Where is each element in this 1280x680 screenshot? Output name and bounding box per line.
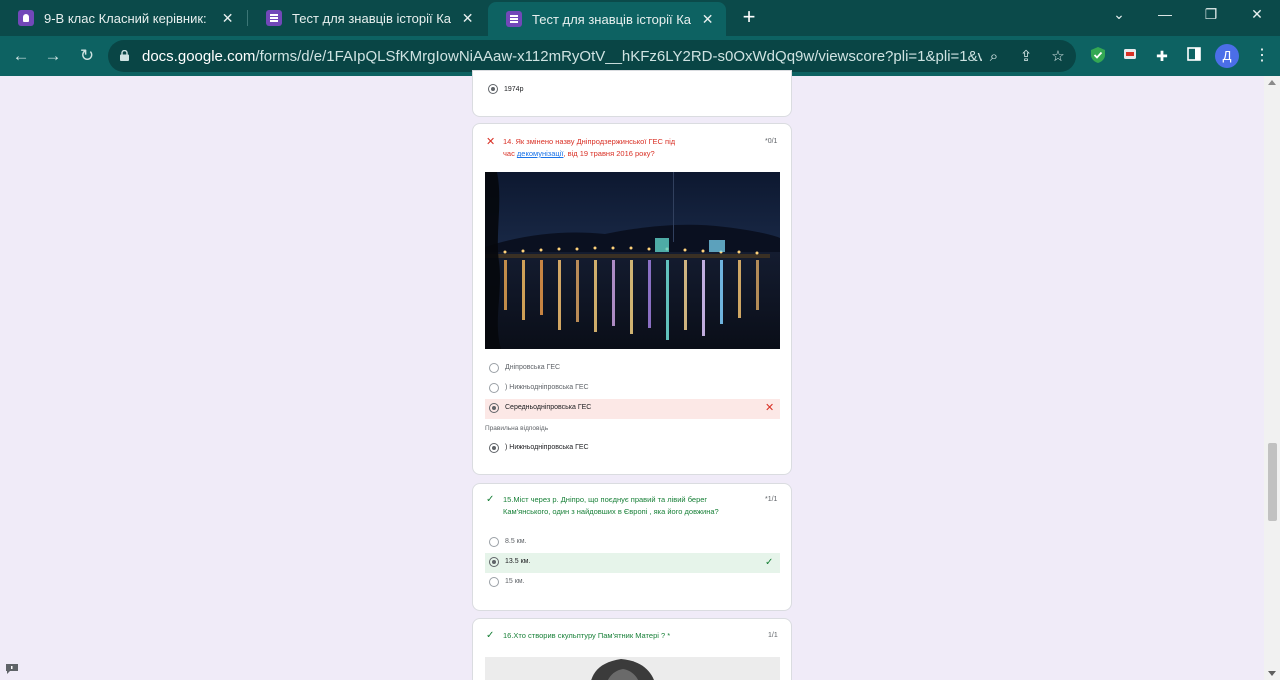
question-text: час [503, 149, 517, 158]
question-title: 15.Міст через р. Дніпро, що поєднує прав… [503, 494, 758, 518]
question-score: *0/1 [765, 138, 778, 145]
radio-unselected [489, 577, 499, 587]
scroll-up-icon[interactable] [1268, 80, 1276, 85]
side-panel-icon[interactable] [1184, 46, 1204, 66]
classroom-icon [18, 10, 34, 26]
option-label: ) Нижньодніпровська ГЕС [505, 384, 589, 391]
question-card-14: ✕ 14. Як змінено назву Дніпродзержинсько… [472, 123, 792, 475]
tab-classroom[interactable]: 9-В клас Класний керівник: Ма ✕ [0, 0, 246, 36]
option-label: 15 км. [505, 578, 525, 585]
pdf-extension-icon[interactable] [1120, 46, 1140, 66]
close-tab-icon[interactable]: ✕ [459, 10, 476, 27]
tab-form-1[interactable]: Тест для знавців історії Кам'янс ✕ [248, 0, 486, 36]
lock-icon [120, 50, 129, 61]
radio-selected [488, 84, 498, 94]
back-icon[interactable]: ← [10, 45, 32, 67]
option-label: 8.5 км. [505, 538, 527, 545]
tab-strip: 9-В клас Класний керівник: Ма ✕ Тест для… [0, 0, 1280, 36]
url-text[interactable]: docs.google.com/forms/d/e/1FAIpQLSfKMrgI… [142, 48, 982, 65]
restore-icon[interactable]: ❐ [1196, 6, 1226, 26]
question-line-1: 15.Міст через р. Дніпро, що поєднує прав… [503, 495, 708, 504]
question-line-2: час декомунізації, від 19 травня 2016 ро… [503, 148, 733, 160]
option-label: 13.5 км. [505, 558, 531, 565]
radio-selected [489, 557, 499, 567]
page-scrollbar[interactable] [1264, 76, 1280, 680]
new-tab-button[interactable]: + [738, 6, 760, 28]
incorrect-icon: ✕ [765, 402, 775, 414]
correct-answer-text: ) Нижньодніпровська ГЕС [505, 444, 589, 451]
question-card-15: ✓ 15.Міст через р. Дніпро, що поєднує пр… [472, 483, 792, 611]
correct-icon: ✓ [486, 630, 495, 641]
question-title: 14. Як змінено назву Дніпродзержинської … [503, 136, 733, 160]
option-label: Середньодніпровська ГЕС [505, 404, 592, 411]
tab-title: Тест для знавців історії Кам'янс [532, 11, 692, 27]
question-score: 1/1 [768, 632, 778, 639]
option-label: 1974р [504, 86, 524, 93]
scrollbar-thumb[interactable] [1268, 443, 1277, 521]
question-score: *1/1 [765, 496, 778, 503]
close-tab-icon[interactable]: ✕ [219, 10, 236, 27]
question-card-16: ✓ 16.Хто створив скульптуру Пам'ятник Ма… [472, 618, 792, 680]
radio-unselected [489, 363, 499, 373]
question-title: 16.Хто створив скульптуру Пам'ятник Мате… [503, 631, 671, 640]
feedback-icon[interactable] [6, 661, 18, 679]
url-host: docs.google.com [142, 48, 256, 65]
zoom-icon[interactable]: ⌕ [984, 47, 1004, 67]
correct-answer-label: Правильна відповідь [485, 425, 549, 432]
option-label: Дніпровська ГЕС [505, 364, 561, 371]
dam-night-photo [485, 172, 780, 349]
forms-icon [506, 11, 522, 27]
selected-answer-correct: 13.5 км. ✓ [485, 553, 780, 573]
forward-icon[interactable]: → [42, 45, 64, 67]
question-line-2: Кам'янського, один з найдовших в Європі … [503, 507, 719, 516]
address-bar[interactable]: docs.google.com/forms/d/e/1FAIpQLSfKMrgI… [108, 40, 1076, 72]
tab-form-active[interactable]: Тест для знавців історії Кам'янс ✕ [488, 2, 726, 36]
bookmark-star-icon[interactable]: ☆ [1048, 47, 1068, 67]
more-menu-icon[interactable]: ⋮ [1254, 46, 1270, 66]
selected-answer-wrong: Середньодніпровська ГЕС ✕ [485, 399, 780, 419]
shield-extension-icon[interactable] [1088, 46, 1108, 66]
profile-avatar[interactable]: Д [1215, 44, 1239, 68]
decommunization-link[interactable]: декомунізації [517, 149, 564, 158]
monument-photo [485, 657, 780, 680]
incorrect-icon: ✕ [486, 136, 496, 148]
radio-unselected [489, 537, 499, 547]
share-icon[interactable]: ⇪ [1016, 47, 1036, 67]
question-line-1: 14. Як змінено назву Дніпродзержинської … [503, 137, 676, 146]
radio-selected [489, 443, 499, 453]
correct-icon: ✓ [765, 557, 774, 568]
question-text: , від 19 травня 2016 року? [563, 149, 655, 158]
close-window-icon[interactable]: ✕ [1242, 6, 1272, 26]
radio-selected [489, 403, 499, 413]
url-path: /forms/d/e/1FAIpQLSfKMrgIowNiAAaw-x112mR… [255, 48, 982, 65]
radio-unselected [489, 383, 499, 393]
close-tab-icon[interactable]: ✕ [699, 11, 716, 28]
forms-icon [266, 10, 282, 26]
extensions-puzzle-icon[interactable]: ✚ [1152, 46, 1172, 66]
scroll-down-icon[interactable] [1268, 671, 1276, 676]
tab-title: 9-В клас Класний керівник: Ма [44, 10, 212, 26]
question-card-13: 1974р [472, 70, 792, 117]
correct-icon: ✓ [486, 494, 495, 505]
tab-title: Тест для знавців історії Кам'янс [292, 10, 452, 26]
reload-icon[interactable]: ↻ [76, 45, 98, 67]
minimize-icon[interactable]: — [1150, 6, 1180, 26]
tab-search-icon[interactable]: ⌄ [1104, 6, 1134, 26]
